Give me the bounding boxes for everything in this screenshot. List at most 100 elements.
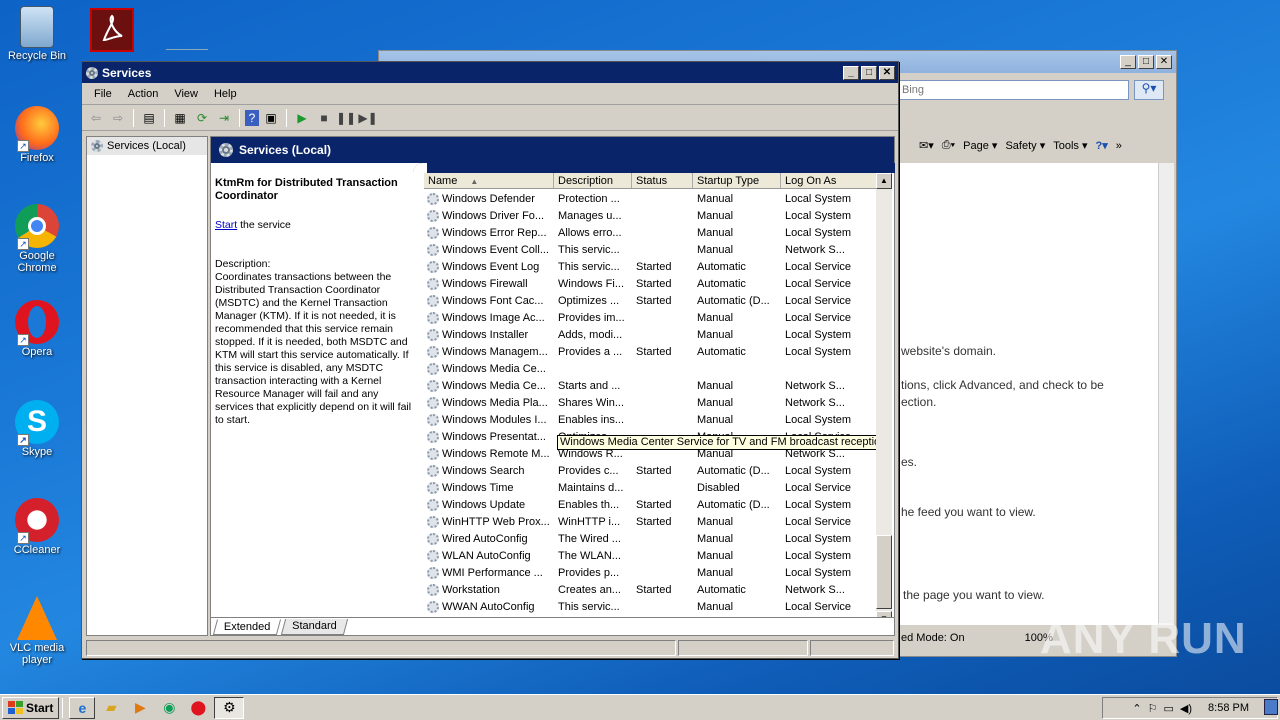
ie-maximize-button[interactable]: □ bbox=[1138, 55, 1154, 69]
service-row[interactable]: WWAN AutoConfig This servic... Manual Local… bbox=[424, 598, 876, 615]
services-window[interactable]: Services _ □ ✕ File Action View Help ⇦ ⇨… bbox=[81, 61, 899, 659]
ie-scrollbar[interactable] bbox=[1158, 163, 1174, 625]
desktop-icon-opera[interactable]: ↗ Opera bbox=[6, 300, 68, 358]
service-row[interactable]: Windows Media Ce... bbox=[424, 360, 876, 377]
tree-item-services-local[interactable]: Services (Local) bbox=[87, 137, 207, 155]
service-row[interactable]: Windows Driver Fo... Manages u... Manual Lo… bbox=[424, 207, 876, 224]
desktop-icon-vlc[interactable]: VLC media player bbox=[6, 596, 68, 666]
service-row[interactable]: Workstation Creates an... Started Automatic… bbox=[424, 581, 876, 598]
start-service-link[interactable]: Start bbox=[215, 219, 237, 231]
desktop-icon-skype[interactable]: S ↗ Skype bbox=[6, 400, 68, 458]
column-status[interactable]: Status bbox=[632, 173, 693, 188]
media-player-taskbar-icon[interactable]: ▶ bbox=[127, 697, 153, 719]
show-tree-icon[interactable]: ▤ bbox=[139, 109, 159, 127]
clock[interactable]: 8:58 PM bbox=[1208, 702, 1249, 714]
taskbar: Start e ▰ ▶ ◉ ⬤ ⚙ ⌃ ⚐ ▭ ◀) 8:58 PM bbox=[0, 694, 1280, 720]
service-row[interactable]: Windows Error Rep... Allows erro... Manual… bbox=[424, 224, 876, 241]
chrome-taskbar-icon[interactable]: ◉ bbox=[156, 697, 182, 719]
back-icon[interactable]: ⇦ bbox=[86, 109, 106, 127]
ie-content: website's domain. tions, click Advanced,… bbox=[899, 163, 1158, 625]
minimize-button[interactable]: _ bbox=[843, 65, 859, 80]
service-row[interactable]: Windows Media Pla... Shares Win... Manual N… bbox=[424, 394, 876, 411]
desktop-icon-recycle-bin[interactable]: Recycle Bin bbox=[6, 6, 68, 62]
stop-icon[interactable]: ■ bbox=[314, 109, 334, 127]
service-row[interactable]: Windows Font Cac... Optimizes ... Started A… bbox=[424, 292, 876, 309]
tab-standard[interactable]: Standard bbox=[281, 619, 349, 635]
menu-help[interactable]: Help bbox=[206, 88, 245, 100]
service-row[interactable]: WLAN AutoConfig The WLAN... Manual Local Sy… bbox=[424, 547, 876, 564]
mail-icon[interactable]: ✉▾ bbox=[919, 139, 934, 152]
print-icon[interactable]: ⎙▾ bbox=[942, 139, 955, 152]
service-row[interactable]: Windows Firewall Windows Fi... Started Auto… bbox=[424, 275, 876, 292]
service-row[interactable]: Windows Media Ce... Starts and ... Manual N… bbox=[424, 377, 876, 394]
service-row[interactable]: Windows Search Provides c... Started Automa… bbox=[424, 462, 876, 479]
service-row[interactable]: Wired AutoConfig The Wired ... Manual Local… bbox=[424, 530, 876, 547]
cell-log-on-as: Network S... bbox=[781, 397, 876, 409]
action-pane-icon[interactable]: ▣ bbox=[261, 109, 281, 127]
service-row[interactable]: WMI Performance ... Provides p... Manual Lo… bbox=[424, 564, 876, 581]
cell-text: This servic... bbox=[558, 260, 620, 273]
ie-search-input[interactable]: Bing bbox=[897, 80, 1129, 100]
service-row[interactable]: Windows Time Maintains d... Disabled Local … bbox=[424, 479, 876, 496]
close-button[interactable]: ✕ bbox=[879, 65, 895, 80]
show-desktop-button[interactable] bbox=[1264, 699, 1278, 715]
ie-taskbar-icon[interactable]: e bbox=[69, 696, 96, 719]
help-icon[interactable]: ? bbox=[245, 109, 259, 126]
ie-safety-menu[interactable]: Safety ▾ bbox=[1005, 139, 1045, 152]
volume-icon[interactable]: ◀) bbox=[1180, 702, 1192, 715]
menu-view[interactable]: View bbox=[166, 88, 206, 100]
pdf-icon[interactable] bbox=[90, 8, 134, 52]
forward-icon[interactable]: ⇨ bbox=[108, 109, 128, 127]
desktop-icon-ccleaner[interactable]: ↗ CCleaner bbox=[6, 498, 68, 556]
cell-name: WWAN AutoConfig bbox=[424, 600, 554, 613]
services-taskbar-icon[interactable]: ⚙ bbox=[214, 696, 245, 719]
menu-file[interactable]: File bbox=[86, 88, 120, 100]
cell-text: Manual bbox=[697, 515, 734, 528]
column-name[interactable]: Name ▲ bbox=[424, 173, 554, 188]
ie-page-menu[interactable]: Page ▾ bbox=[963, 139, 997, 152]
restart-icon[interactable]: ▶❚ bbox=[358, 109, 378, 127]
flag-icon[interactable]: ⚐ bbox=[1148, 702, 1158, 715]
network-icon[interactable]: ▭ bbox=[1164, 702, 1174, 715]
opera-taskbar-icon[interactable]: ⬤ bbox=[185, 697, 211, 719]
scroll-thumb[interactable] bbox=[876, 535, 892, 609]
desktop-icon-chrome[interactable]: ↗ Google Chrome bbox=[6, 204, 68, 274]
service-row[interactable]: Windows Update Enables th... Started Automa… bbox=[424, 496, 876, 513]
cell-text: Workstation bbox=[442, 583, 500, 596]
tab-extended[interactable]: Extended bbox=[212, 619, 282, 635]
service-row[interactable]: WinHTTP Web Prox... WinHTTP i... Started Ma… bbox=[424, 513, 876, 530]
play-icon[interactable]: ▶ bbox=[292, 109, 312, 127]
service-row[interactable]: Windows Image Ac... Provides im... Manual L… bbox=[424, 309, 876, 326]
cell-text: Allows erro... bbox=[558, 226, 622, 239]
column-startup-type[interactable]: Startup Type bbox=[693, 173, 781, 188]
desktop-icon-firefox[interactable]: ↗ Firefox bbox=[6, 106, 68, 164]
service-row[interactable]: Windows Installer Adds, modi... Manual Loca… bbox=[424, 326, 876, 343]
maximize-button[interactable]: □ bbox=[861, 65, 877, 80]
cell-status: Started bbox=[632, 516, 693, 528]
service-row[interactable]: Windows Managem... Provides a ... Started A… bbox=[424, 343, 876, 360]
cell-text: Automatic bbox=[697, 260, 746, 273]
ie-close-button[interactable]: ✕ bbox=[1156, 55, 1172, 69]
chevron-right-icon[interactable]: » bbox=[1116, 140, 1122, 152]
menu-action[interactable]: Action bbox=[120, 88, 167, 100]
column-description[interactable]: Description bbox=[554, 173, 632, 188]
service-row[interactable]: Windows Event Coll... This servic... Manua… bbox=[424, 241, 876, 258]
ie-tools-menu[interactable]: Tools ▾ bbox=[1053, 139, 1087, 152]
service-row[interactable]: Windows Event Log This servic... Started Au… bbox=[424, 258, 876, 275]
tray-expand-icon[interactable]: ⌃ bbox=[1132, 702, 1141, 715]
export-icon[interactable]: ⇥ bbox=[214, 109, 234, 127]
search-icon[interactable]: ⚲▾ bbox=[1134, 80, 1164, 100]
service-row[interactable]: Windows Defender Protection ... Manual Loca… bbox=[424, 190, 876, 207]
ie-minimize-button[interactable]: _ bbox=[1120, 55, 1136, 69]
refresh-icon[interactable]: ⟳ bbox=[192, 109, 212, 127]
properties-icon[interactable]: ▦ bbox=[170, 109, 190, 127]
cell-text: Provides a ... bbox=[558, 345, 623, 358]
pause-icon[interactable]: ❚❚ bbox=[336, 109, 356, 127]
column-log-on-as[interactable]: Log On As bbox=[781, 173, 876, 188]
help-icon[interactable]: ?▾ bbox=[1095, 139, 1107, 152]
explorer-taskbar-icon[interactable]: ▰ bbox=[98, 697, 124, 719]
scroll-up-icon[interactable]: ▲ bbox=[876, 173, 892, 189]
start-button[interactable]: Start bbox=[2, 696, 60, 719]
service-row[interactable]: Windows Modules I... Enables ins... Manual… bbox=[424, 411, 876, 428]
list-scrollbar[interactable]: ▲ ▼ bbox=[876, 173, 892, 627]
